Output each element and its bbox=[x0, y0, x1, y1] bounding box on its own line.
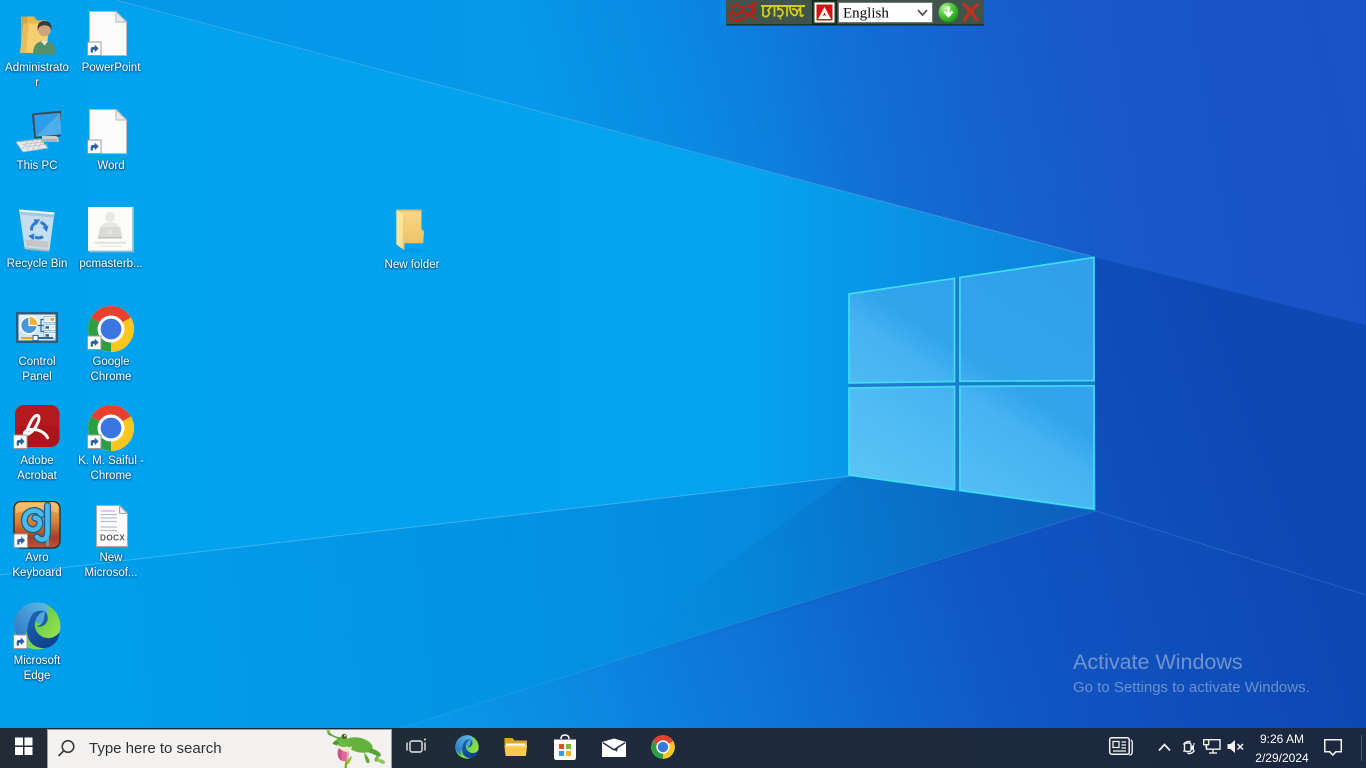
svg-text:DOCX: DOCX bbox=[100, 534, 125, 543]
svg-text:English: English bbox=[843, 6, 889, 22]
